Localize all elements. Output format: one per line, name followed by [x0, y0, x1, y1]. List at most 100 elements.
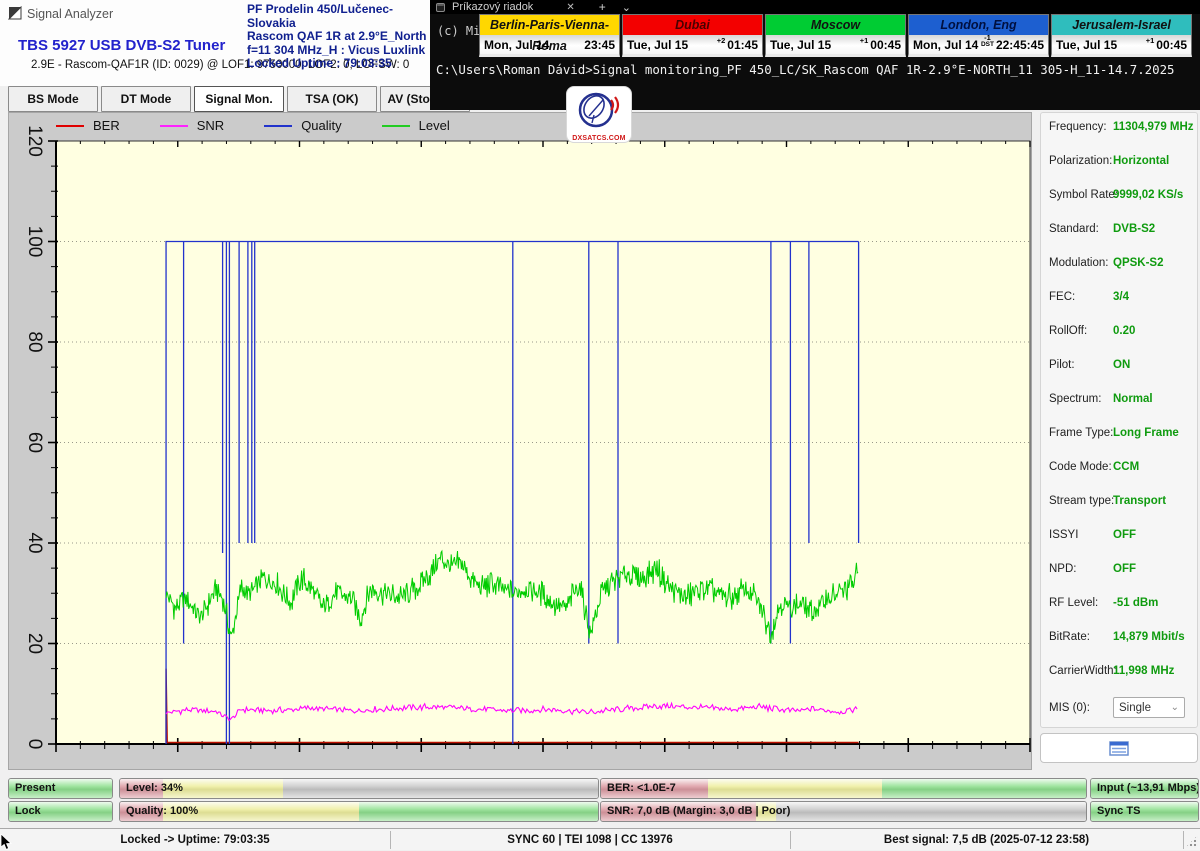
- param-value: 9999,02 KS/s: [1113, 189, 1183, 201]
- param-value: ON: [1113, 359, 1130, 371]
- antenna-info-block: PF Prodelin 450/Lučenec-SlovakiaRascom Q…: [247, 3, 433, 71]
- meter-lock: Lock: [8, 801, 113, 822]
- meter-label: Input (~13,91 Mbps): [1097, 779, 1199, 798]
- satellite-dish-icon: [577, 90, 621, 132]
- clock-time: 01:45: [727, 38, 758, 52]
- clock-moscow: Moscow Tue, Jul 15 +100:45: [765, 14, 906, 57]
- param-value: 0.20: [1113, 325, 1135, 337]
- clock-date: Tue, Jul 15: [627, 38, 688, 52]
- terminal-tab-title: Príkazový riadok: [452, 1, 533, 13]
- param-label: Symbol Rate:: [1049, 189, 1118, 201]
- terminal-prompt-line[interactable]: C:\Users\Roman Dávid>Signal monitoring_P…: [436, 62, 1175, 77]
- world-clocks: Berlin-Paris-Vienna-RomaMon, Jul 1423:45…: [479, 14, 1192, 57]
- clock-time: 00:45: [870, 38, 901, 52]
- param-value: CCM: [1113, 461, 1139, 473]
- clock-offset-label: DST: [981, 41, 994, 48]
- meter-segment-yellow: [708, 779, 883, 798]
- param-value: Long Frame: [1113, 427, 1179, 439]
- meter-label: Lock: [15, 802, 41, 821]
- clock-date: Tue, Jul 15: [770, 38, 831, 52]
- signal-chart-panel: BERSNRQualityLevel 020406080100120: [8, 112, 1032, 770]
- app-header: Signal Analyzer TBS 5927 USB DVB-S2 Tune…: [0, 0, 432, 86]
- mis-dropdown[interactable]: Single⌄: [1113, 697, 1185, 718]
- clock-city-label: Moscow: [765, 14, 906, 35]
- meter-segment-green: [359, 802, 598, 821]
- clock-city-label: Berlin-Paris-Vienna-Roma: [479, 14, 620, 35]
- clock-offset-value: +2: [717, 36, 726, 45]
- param-label: Pilot:: [1049, 359, 1075, 371]
- param-value: 3/4: [1113, 291, 1129, 303]
- param-label: Frame Type:: [1049, 427, 1113, 439]
- param-label: CarrierWidth:: [1049, 665, 1117, 677]
- tab-bs-mode[interactable]: BS Mode: [8, 86, 98, 112]
- clock-city-label: Jerusalem-Israel: [1051, 14, 1192, 35]
- mouse-cursor: [0, 834, 14, 850]
- statusbar-section: SYNC 60 | TEI 1098 | CC 13976: [390, 829, 790, 851]
- clock-time: 23:45: [584, 38, 615, 52]
- mis-dropdown-value: Single: [1119, 702, 1151, 714]
- param-label: RF Level:: [1049, 597, 1098, 609]
- status-bar: Locked -> Uptime: 79:03:35SYNC 60 | TEI …: [0, 828, 1200, 850]
- param-value: 11304,979 MHz: [1113, 121, 1194, 133]
- clock-body: Tue, Jul 15+100:45: [1051, 35, 1192, 57]
- terminal-tab-close-icon[interactable]: ✕: [566, 2, 574, 13]
- clock-berlin-paris-vienna-roma: Berlin-Paris-Vienna-RomaMon, Jul 1423:45: [479, 14, 620, 57]
- terminal-new-tab-icon[interactable]: +: [599, 0, 606, 14]
- clock-date: Tue, Jul 15: [1056, 38, 1117, 52]
- param-value: Transport: [1113, 495, 1166, 507]
- ts-info-button[interactable]: [1040, 733, 1198, 763]
- param-label: NPD:: [1049, 563, 1076, 575]
- meter-input-13-91-mbps: Input (~13,91 Mbps): [1090, 778, 1199, 799]
- clock-body: Tue, Jul 15 +201:45: [622, 35, 763, 57]
- meter-sync-ts: Sync TS: [1090, 801, 1199, 822]
- clock-body: Tue, Jul 15 +100:45: [765, 35, 906, 57]
- terminal-output-line: (c) Mi: [437, 24, 480, 38]
- app-icon: [8, 6, 22, 20]
- svg-text:40: 40: [24, 532, 45, 553]
- legend-label: Level: [419, 118, 450, 133]
- resize-grip[interactable]: [1185, 835, 1198, 848]
- statusbar-separator: [390, 831, 391, 849]
- statusbar-section: Locked -> Uptime: 79:03:35: [0, 829, 390, 851]
- legend-swatch-ber: [56, 125, 84, 127]
- clock-dubai: DubaiTue, Jul 15+201:45: [622, 14, 763, 57]
- svg-text:80: 80: [24, 331, 45, 352]
- clock-utc-offset: +1: [860, 37, 869, 44]
- tab-tsa-ok[interactable]: TSA (OK): [287, 86, 377, 112]
- clock-body: Mon, Jul 14-1DST22:45:45: [908, 35, 1049, 57]
- tab-signal-mon[interactable]: Signal Mon.: [194, 86, 284, 112]
- legend-swatch-snr: [160, 125, 188, 127]
- param-label: Frequency:: [1049, 121, 1107, 133]
- clock-jerusalem-israel: Jerusalem-IsraelTue, Jul 15+100:45: [1051, 14, 1192, 57]
- terminal-dropdown-icon[interactable]: ⌄: [622, 1, 631, 14]
- terminal-tab[interactable]: Príkazový riadok ✕: [430, 0, 585, 14]
- antenna-info-line: f=11 304 MHz_H : Vicus Luxlink: [247, 44, 433, 58]
- meter-snr: SNR: 7,0 dB (Margin: 3,0 dB | Poor): [600, 801, 1087, 822]
- clock-city-label: London, Eng: [908, 14, 1049, 35]
- statusbar-section: Best signal: 7,5 dB (2025-07-12 23:58): [790, 829, 1183, 851]
- svg-text:100: 100: [24, 226, 45, 258]
- svg-text:0: 0: [24, 739, 45, 750]
- param-label: RollOff:: [1049, 325, 1087, 337]
- param-value: QPSK-S2: [1113, 257, 1164, 269]
- meter-segment-silver: [776, 802, 1086, 821]
- legend-swatch-quality: [264, 125, 292, 127]
- param-label: BitRate:: [1049, 631, 1090, 643]
- param-value: Normal: [1113, 393, 1153, 405]
- tab-dt-mode[interactable]: DT Mode: [101, 86, 191, 112]
- param-label: Code Mode:: [1049, 461, 1112, 473]
- legend-label: SNR: [197, 118, 224, 133]
- param-value: -51 dBm: [1113, 597, 1158, 609]
- ts-list-icon: [1109, 741, 1129, 756]
- clock-utc-offset: +2: [717, 37, 726, 44]
- meter-segment-green: [882, 779, 1086, 798]
- meter-present: Present: [8, 778, 113, 799]
- antenna-info-line: Rascom QAF 1R at 2.9°E_North: [247, 30, 433, 44]
- clock-time: 22:45:45: [996, 38, 1044, 52]
- meter-label: Sync TS: [1097, 802, 1140, 821]
- svg-text:20: 20: [24, 633, 45, 654]
- meter-label: Level: 34%: [126, 779, 183, 798]
- clock-utc-offset: -1DST: [981, 34, 994, 48]
- clock-time: 00:45: [1156, 38, 1187, 52]
- param-value: OFF: [1113, 563, 1136, 575]
